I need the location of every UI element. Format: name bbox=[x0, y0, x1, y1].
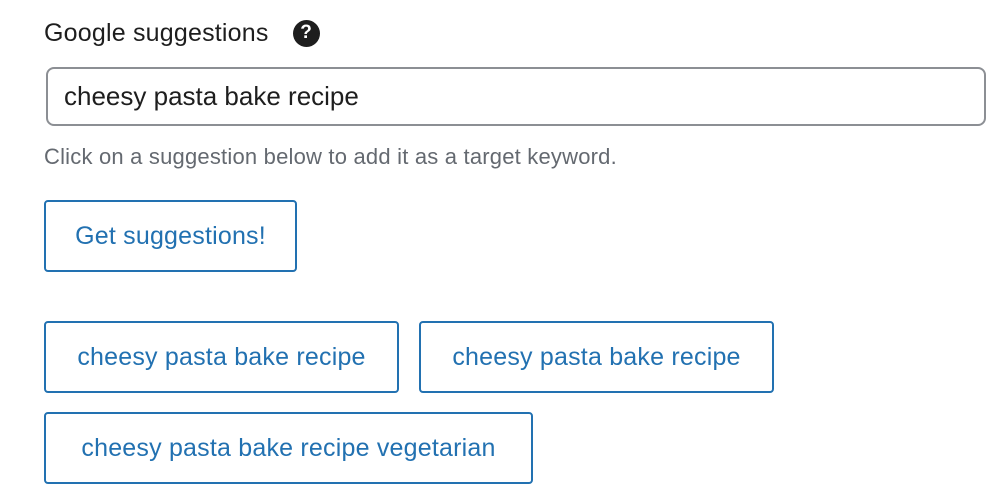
keyword-input[interactable] bbox=[46, 67, 986, 126]
google-suggestions-panel: Google suggestions ? Click on a suggesti… bbox=[44, 16, 994, 484]
suggestion-button[interactable]: cheesy pasta bake recipe bbox=[44, 321, 399, 393]
suggestion-button[interactable]: cheesy pasta bake recipe bbox=[419, 321, 774, 393]
hint-text: Click on a suggestion below to add it as… bbox=[44, 144, 617, 169]
suggestion-button[interactable]: cheesy pasta bake recipe vegetarian bbox=[44, 412, 533, 484]
field-label: Google suggestions bbox=[44, 18, 269, 47]
label-row: Google suggestions ? bbox=[44, 16, 994, 50]
question-mark-icon[interactable]: ? bbox=[292, 19, 320, 47]
get-suggestions-button[interactable]: Get suggestions! bbox=[44, 200, 297, 272]
